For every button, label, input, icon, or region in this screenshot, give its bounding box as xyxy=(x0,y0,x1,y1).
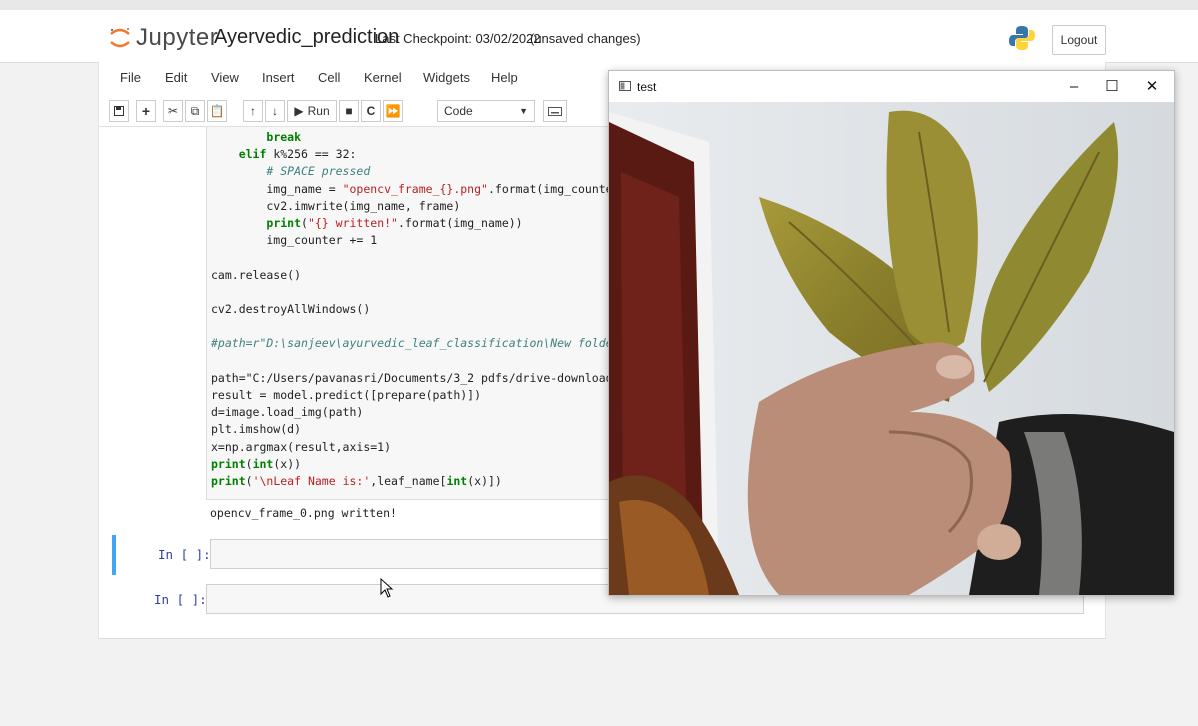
add-cell-icon[interactable]: + xyxy=(136,100,156,122)
close-icon[interactable]: ✕ xyxy=(1142,76,1162,96)
code-line: result = model.predict([prepare(path)]) xyxy=(211,388,482,403)
notebook-name[interactable]: Ayervedic_prediction xyxy=(214,26,399,49)
menu-view[interactable]: View xyxy=(211,70,239,85)
move-up-icon[interactable]: ↑ xyxy=(243,100,263,122)
logout-button[interactable]: Logout xyxy=(1052,25,1106,55)
chevron-down-icon: ▼ xyxy=(519,106,528,116)
copy-icon[interactable]: ⧉ xyxy=(185,100,205,122)
cell-type-select[interactable]: Code ▼ xyxy=(437,100,535,122)
fast-forward-icon[interactable]: ⏩ xyxy=(383,100,403,122)
jupyter-logo-icon xyxy=(110,28,130,48)
opencv-window[interactable]: test – ☐ ✕ xyxy=(608,70,1175,596)
code-line: x=np.argmax(result,axis=1) xyxy=(211,439,392,454)
code-line: img_name = "opencv_frame_{}.png".format(… xyxy=(211,181,620,196)
menu-kernel[interactable]: Kernel xyxy=(364,70,402,85)
keyboard-icon[interactable] xyxy=(543,100,567,122)
cell-type-value: Code xyxy=(444,104,473,118)
python-logo-icon xyxy=(1009,26,1035,50)
window-title: test xyxy=(637,80,657,94)
code-line: # SPACE pressed xyxy=(211,164,371,179)
restart-icon[interactable]: C xyxy=(361,100,381,122)
code-line: elif k%256 == 32: xyxy=(238,147,357,162)
menu-cell[interactable]: Cell xyxy=(318,70,340,85)
code-line: print('\nLeaf Name is:',leaf_name[int(x)… xyxy=(211,474,502,489)
code-line: print(int(x)) xyxy=(211,456,302,471)
cell-prompt: In [ ]: xyxy=(154,592,207,607)
run-label: Run xyxy=(307,104,330,118)
minimize-icon[interactable]: – xyxy=(1064,76,1084,96)
autosave-status: (unsaved changes) xyxy=(530,31,641,46)
stop-icon[interactable]: ■ xyxy=(339,100,359,122)
cell-output: opencv_frame_0.png written! xyxy=(210,506,397,520)
code-line: cam.release() xyxy=(211,267,302,282)
maximize-icon[interactable]: ☐ xyxy=(1102,76,1122,96)
cell-prompt: In [ ]: xyxy=(158,547,211,562)
window-app-icon xyxy=(619,81,631,91)
menu-widgets[interactable]: Widgets xyxy=(423,70,470,85)
code-line: plt.imshow(d) xyxy=(211,422,302,437)
checkpoint-status: Last Checkpoint: 03/02/2022 xyxy=(375,31,541,46)
webcam-image xyxy=(609,102,1174,595)
jupyter-wordmark[interactable]: Jupyter xyxy=(136,24,218,52)
camera-frame xyxy=(609,102,1174,595)
save-icon[interactable] xyxy=(109,100,129,122)
paste-icon[interactable]: 📋 xyxy=(207,100,227,122)
code-line: cv2.destroyAllWindows() xyxy=(211,302,371,317)
run-button[interactable]: ▶ Run xyxy=(287,100,337,122)
menu-insert[interactable]: Insert xyxy=(262,70,295,85)
code-editor[interactable]: break elif k%256 == 32: # SPACE pressed … xyxy=(211,129,620,490)
jupyter-header: Jupyter Ayervedic_prediction Last Checkp… xyxy=(0,10,1198,63)
window-titlebar[interactable]: test – ☐ ✕ xyxy=(609,71,1174,102)
code-line: img_counter += 1 xyxy=(211,233,378,248)
menu-edit[interactable]: Edit xyxy=(165,70,187,85)
mouse-pointer-icon xyxy=(380,578,394,598)
code-line: path="C:/Users/pavanasri/Documents/3_2 p… xyxy=(211,370,620,385)
code-line: cv2.imwrite(img_name, frame) xyxy=(211,198,461,213)
browser-top-strip xyxy=(0,0,1198,10)
code-line: break xyxy=(266,130,302,144)
move-down-icon[interactable]: ↓ xyxy=(265,100,285,122)
cut-icon[interactable]: ✂ xyxy=(163,100,183,122)
play-icon: ▶ xyxy=(294,104,304,118)
menu-help[interactable]: Help xyxy=(491,70,518,85)
code-line: print("{} written!".format(img_name)) xyxy=(266,216,523,231)
code-line: #path=r"D:\sanjeev\ayurvedic_leaf_classi… xyxy=(211,336,620,351)
code-line: d=image.load_img(path) xyxy=(211,405,364,420)
menu-file[interactable]: File xyxy=(120,70,141,85)
